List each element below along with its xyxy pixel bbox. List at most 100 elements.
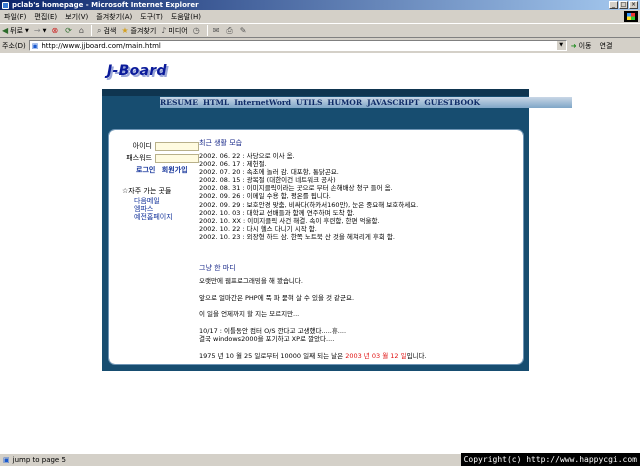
print-icon: ⎙ xyxy=(226,25,233,35)
log-line: 2002. 09. 29 : 보호안경 맞춤, 비싸다(하카서160만), 눈은… xyxy=(199,200,419,209)
log-line: 2002. 06. 17 : 제헌절. xyxy=(199,160,267,169)
chevron-down-icon: ▼ xyxy=(25,27,29,34)
nav-utils[interactable]: UTILS xyxy=(296,98,322,107)
star-icon: ★ xyxy=(121,26,129,35)
frame-topbar xyxy=(102,89,529,96)
login-form: 아이디 패스워드 로그인 회원가입 xyxy=(122,141,202,175)
copyright-overlay: Copyright(c) http://www.happycgi.com xyxy=(460,453,640,466)
home-icon: ⌂ xyxy=(78,26,84,35)
menubar: 파일(F) 편집(E) 보기(V) 즐겨찾기(A) 도구(T) 도움말(H) xyxy=(0,11,640,22)
diary-section: 그냥 한 마디 오랫만에 웹프로그래밍을 해 봤습니다. 앞으로 얼마간은 PH… xyxy=(199,263,517,360)
window-titlebar: pclab's homepage - Microsoft Internet Ex… xyxy=(0,0,640,10)
window-controls: _ □ × xyxy=(609,1,638,9)
favorites-title: ☆자주 가는 곳들 xyxy=(122,187,172,195)
toolbar-separator xyxy=(90,25,92,36)
page-viewport: J-Board RESUME HTML InternetWord UTILS H… xyxy=(0,53,640,453)
menu-edit[interactable]: 편집(E) xyxy=(34,12,57,22)
status-text: jump to page 5 xyxy=(12,456,66,464)
content-box: 아이디 패스워드 로그인 회원가입 ☆자주 가는 곳들 다음메일 엠파스 예전홈… xyxy=(108,129,524,365)
id-label: 아이디 xyxy=(132,142,152,150)
minimize-icon[interactable]: _ xyxy=(609,1,618,9)
log-line: 2002. 09. 26 : 이메일 수용 함, 평온를 됩니다. xyxy=(199,192,331,201)
site-frame: RESUME HTML InternetWord UTILS HUMOR JAV… xyxy=(102,89,572,371)
nav-guestbook[interactable]: GUESTBOOK xyxy=(424,98,480,107)
diary-paragraph: 이 일을 언제까지 할 지는 모르지만... xyxy=(199,310,300,318)
edit-icon: ✎ xyxy=(239,26,247,35)
nav-internetword[interactable]: InternetWord xyxy=(234,98,291,107)
diary-paragraph: 오랫만에 웹프로그래밍을 해 봤습니다. xyxy=(199,277,303,285)
day-counter-prefix: 1975 년 10 월 25 일로부터 10000 일째 되는 날은 xyxy=(199,351,344,360)
favorites-list: ☆자주 가는 곳들 다음메일 엠파스 예전홈페이지 xyxy=(122,186,202,221)
menu-tools[interactable]: 도구(T) xyxy=(140,12,163,22)
favorites-button[interactable]: ★ 즐겨찾기 xyxy=(121,26,156,36)
toolbar: ◀ 뒤로 ▼ → ▼ ⊗ ⟳ ⌂ ⌕ 검색 ★ 즐겨찾기 ♪ 미디어 ◷ ✉ ⎙… xyxy=(0,23,640,38)
back-button[interactable]: ◀ 뒤로 ▼ xyxy=(2,26,29,36)
window-title: pclab's homepage - Microsoft Internet Ex… xyxy=(12,1,199,9)
log-line: 2002. 10. 23 : 외장형 하드 삼. 한쪽 노트북 산 것을 헤쳐리… xyxy=(199,232,395,241)
id-input[interactable] xyxy=(155,141,199,151)
menu-view[interactable]: 보기(V) xyxy=(65,12,88,22)
media-button[interactable]: ♪ 미디어 xyxy=(161,26,187,36)
diary-paragraph: 앞으로 얼마간은 PHP에 푹 파 묻혀 살 수 있을 것 같군요. xyxy=(199,293,355,302)
log-line: 2002. 06. 22 : 사당으로 이사 옴. xyxy=(199,152,295,160)
menu-file[interactable]: 파일(F) xyxy=(4,12,26,22)
stop-icon: ⊗ xyxy=(51,26,59,35)
join-button[interactable]: 회원가입 xyxy=(162,166,188,174)
close-icon[interactable]: × xyxy=(629,1,638,9)
print-button[interactable]: ⎙ xyxy=(226,26,234,36)
menu-help[interactable]: 도움말(H) xyxy=(171,12,201,22)
windows-logo-icon xyxy=(624,11,638,22)
favorite-link[interactable]: 엠파스 xyxy=(134,205,202,213)
menu-favorites[interactable]: 즐겨찾기(A) xyxy=(96,12,132,22)
stop-button[interactable]: ⊗ xyxy=(51,26,60,35)
nav-html[interactable]: HTML xyxy=(203,98,229,107)
address-url: http://www.jjboard.com/main.html xyxy=(41,41,161,50)
nav-resume[interactable]: RESUME xyxy=(160,98,198,107)
mail-icon: ✉ xyxy=(212,26,220,35)
mail-button[interactable]: ✉ xyxy=(213,26,222,35)
toolbar-separator xyxy=(206,25,208,36)
maximize-icon[interactable]: □ xyxy=(619,1,628,9)
links-button[interactable]: 연결 xyxy=(600,41,613,51)
log-line: 2002. 10. 22 : 다시 헬스 다니기 시작 함. xyxy=(199,224,317,233)
nav-humor[interactable]: HUMOR xyxy=(327,98,362,107)
go-arrow-icon: ➜ xyxy=(570,41,577,50)
diary-paragraph: 10/17 : 이틀동안 컴터 O/S 깐다고 고생했다.....휴.... xyxy=(199,326,347,335)
jboard-logo[interactable]: J-Board xyxy=(107,63,167,79)
edit-button[interactable]: ✎ xyxy=(240,26,249,35)
page-icon: ▣ xyxy=(3,456,10,464)
favorite-link[interactable]: 예전홈페이지 xyxy=(134,213,202,221)
favorite-link[interactable]: 다음메일 xyxy=(134,197,202,205)
history-icon: ◷ xyxy=(192,26,200,35)
home-button[interactable]: ⌂ xyxy=(79,26,86,35)
forward-button[interactable]: → ▼ xyxy=(34,26,47,35)
forward-arrow-icon: → xyxy=(33,26,41,35)
address-bar: 주소(D) ▣ http://www.jjboard.com/main.html… xyxy=(0,39,640,52)
ie-icon xyxy=(2,1,9,9)
login-button[interactable]: 로그인 xyxy=(136,166,155,174)
day-counter-suffix: 입니다. xyxy=(406,351,427,360)
day-counter-date: 2003 년 03 월 12 일 xyxy=(345,351,407,360)
nav-javascript[interactable]: JAVASCRIPT xyxy=(367,98,419,107)
go-button[interactable]: ➜ 이동 xyxy=(571,41,592,51)
back-arrow-icon: ◀ xyxy=(2,26,9,35)
refresh-button[interactable]: ⟳ xyxy=(65,26,74,35)
password-label: 패스워드 xyxy=(126,154,152,162)
chevron-down-icon: ▼ xyxy=(42,27,47,34)
refresh-icon: ⟳ xyxy=(65,26,72,35)
diary-paragraph: 결국 windows2000을 포기하고 XP로 깔았다.... xyxy=(199,335,335,343)
search-icon: ⌕ xyxy=(96,25,102,35)
recent-life-section: 최근 생활 모습 2002. 06. 22 : 사당으로 이사 옴. 2002.… xyxy=(199,138,517,241)
media-icon: ♪ xyxy=(161,26,167,35)
search-button[interactable]: ⌕ 검색 xyxy=(97,26,116,36)
recent-life-title: 최근 생활 모습 xyxy=(199,139,243,147)
history-button[interactable]: ◷ xyxy=(193,26,202,35)
site-nav: RESUME HTML InternetWord UTILS HUMOR JAV… xyxy=(160,97,572,108)
chevron-down-icon[interactable]: ▼ xyxy=(556,41,566,50)
day-counter: 1975 년 10 월 25 일로부터 10000 일째 되는 날은 2003 … xyxy=(199,352,517,361)
address-label: 주소(D) xyxy=(2,41,26,50)
password-input[interactable] xyxy=(155,153,199,163)
address-input[interactable]: ▣ http://www.jjboard.com/main.html ▼ xyxy=(28,40,567,51)
diary-title: 그냥 한 마디 xyxy=(199,264,236,272)
log-line: 2002. 10. XX : 이미지클릭 사건 해결. 속이 후련함, 한편 억… xyxy=(199,216,380,225)
